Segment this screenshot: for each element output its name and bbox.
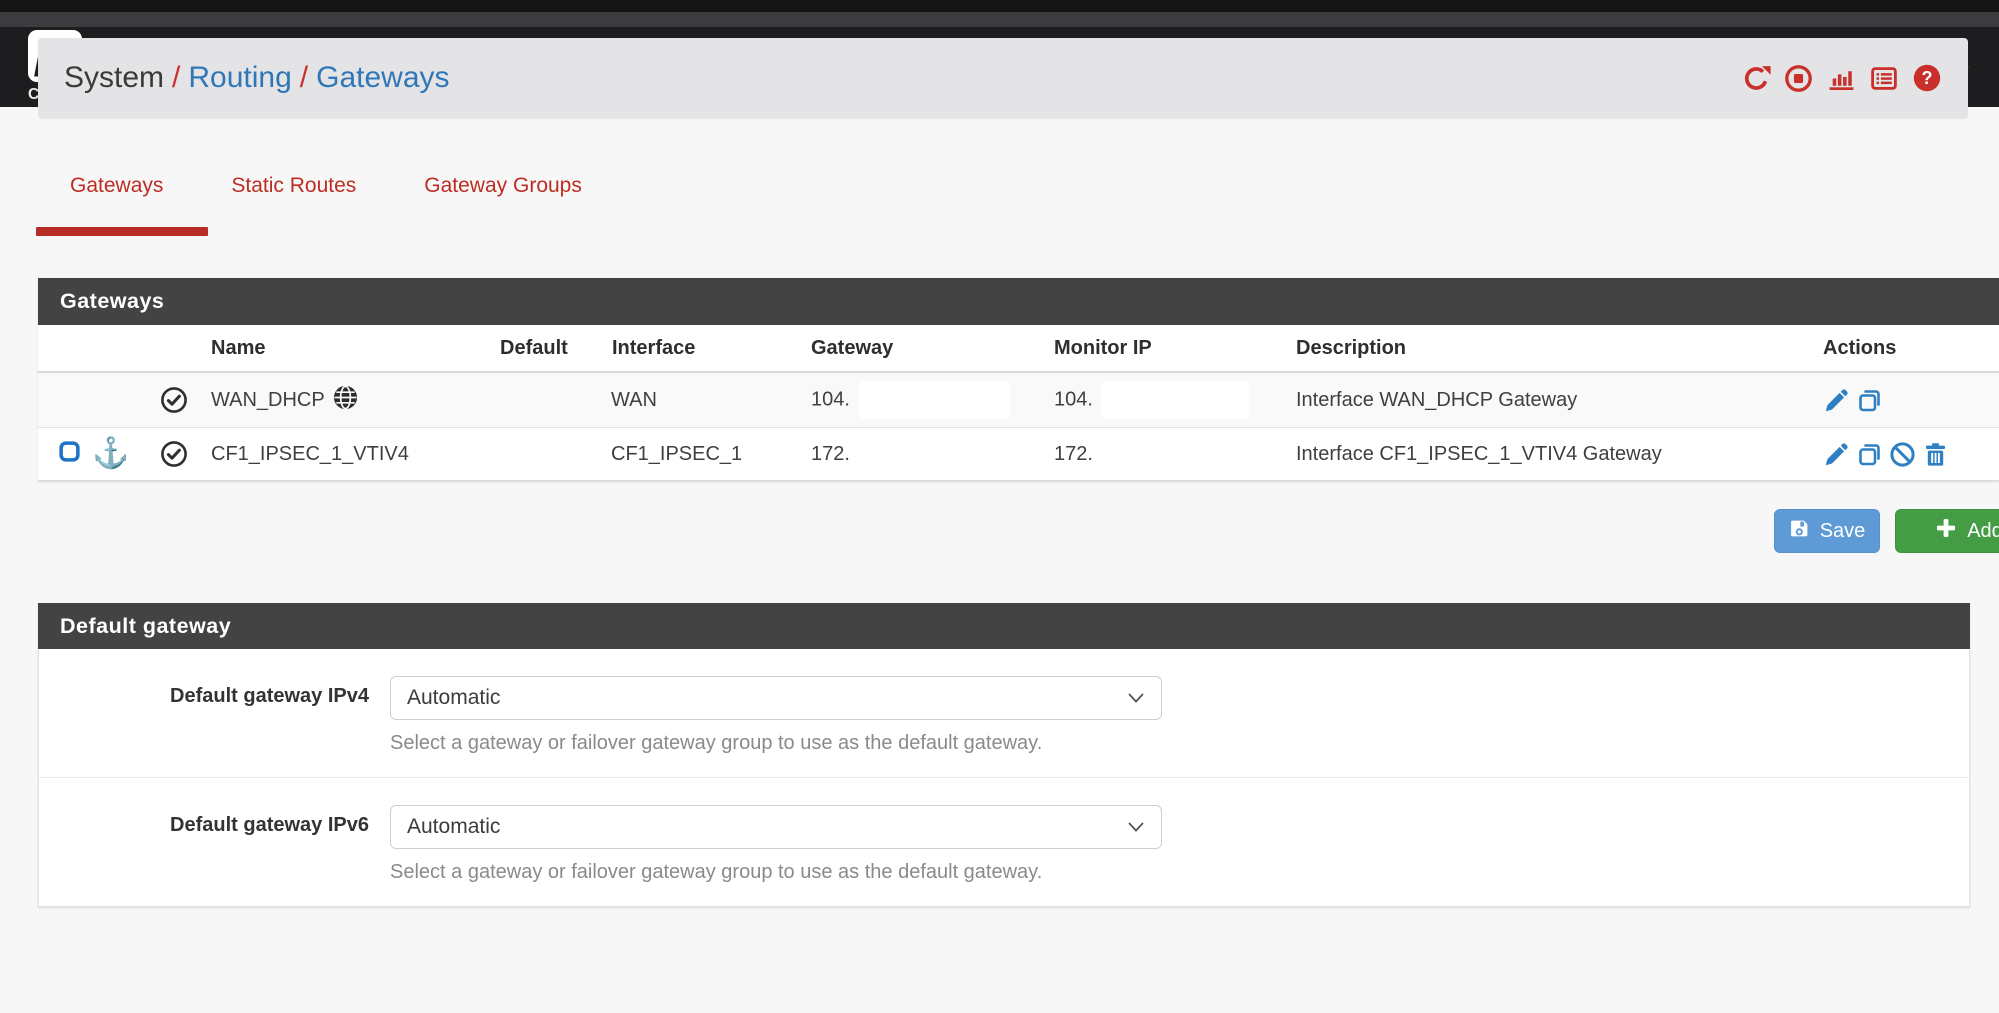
copy-icon[interactable] (1856, 387, 1883, 414)
help-icon[interactable]: ? (1912, 63, 1942, 93)
svg-text:?: ? (1922, 68, 1933, 88)
form-row-ipv6: Default gateway IPv6 Automatic Select a … (39, 777, 1969, 906)
list-icon[interactable] (1869, 64, 1899, 93)
edit-icon[interactable] (1823, 441, 1850, 468)
page-toolbar: ? (1742, 63, 1942, 93)
breadcrumb-routing-link[interactable]: Routing (188, 61, 291, 94)
plus-icon (1935, 517, 1957, 545)
default-gateway-ipv6-label: Default gateway IPv6 (39, 805, 390, 884)
breadcrumb: System/Routing/Gateways (64, 61, 450, 95)
table-row: WAN_DHCP WAN 104. 104. Interface WAN_DHC… (38, 373, 1999, 427)
trash-icon[interactable] (1922, 441, 1949, 468)
tab-static-routes[interactable]: Static Routes (231, 174, 356, 198)
gateway-name: CF1_IPSEC_1_VTIV4 (211, 443, 409, 466)
gateway-description: Interface CF1_IPSEC_1_VTIV4 Gateway (1273, 443, 1793, 466)
table-actions-row: Save Add (38, 509, 1999, 553)
default-gateway-panel-title: Default gateway (38, 603, 1970, 649)
gateway-address: 172. (811, 443, 850, 465)
gateway-interface: CF1_IPSEC_1 (588, 443, 788, 466)
gateway-interface: WAN (588, 389, 788, 412)
stop-circle-icon[interactable] (1784, 64, 1813, 93)
table-row: ⚓ CF1_IPSEC_1_VTIV4 CF1_IPSEC_1 172. 172… (38, 427, 1999, 481)
window-chrome-strip (0, 0, 1999, 12)
ban-icon[interactable] (1889, 441, 1916, 468)
check-circle-icon (160, 386, 188, 414)
col-monitor-ip: Monitor IP (1028, 337, 1273, 360)
save-button[interactable]: Save (1774, 509, 1880, 553)
anchor-icon: ⚓ (92, 439, 129, 469)
default-gateway-ipv4-help: Select a gateway or failover gateway gro… (390, 732, 1162, 755)
save-icon (1789, 518, 1810, 545)
monitor-ip: 104. (1054, 388, 1093, 410)
pfsense-gateways-page: pf sense® COMMUNITY EDITION System Inter… (0, 0, 1999, 1013)
gateways-panel: Gateways Name Default Interface Gateway … (38, 278, 1999, 481)
window-chrome-strip-2 (0, 12, 1999, 27)
default-gateway-ipv6-help: Select a gateway or failover gateway gro… (390, 861, 1162, 884)
gateway-address: 104. (811, 388, 850, 410)
chevron-down-icon (1127, 692, 1145, 704)
globe-icon (332, 384, 359, 417)
col-interface: Interface (588, 337, 788, 360)
add-button[interactable]: Add (1895, 509, 1999, 553)
gateway-description: Interface WAN_DHCP Gateway (1273, 389, 1793, 412)
default-gateway-ipv4-select[interactable]: Automatic (390, 676, 1162, 720)
col-actions: Actions (1793, 337, 1999, 360)
tab-bar: Gateways Static Routes Gateway Groups (0, 174, 1999, 238)
redacted-value (1101, 381, 1249, 419)
active-tab-indicator (36, 227, 208, 236)
redacted-value (858, 381, 1010, 419)
form-row-ipv4: Default gateway IPv4 Automatic Select a … (39, 649, 1969, 777)
col-name: Name (188, 337, 478, 360)
bar-chart-icon[interactable] (1826, 64, 1856, 93)
check-circle-icon (160, 440, 188, 468)
chevron-down-icon (1127, 821, 1145, 833)
tab-gateways[interactable]: Gateways (70, 174, 163, 198)
tab-gateway-groups[interactable]: Gateway Groups (424, 174, 582, 198)
monitor-ip: 172. (1054, 443, 1093, 465)
square-icon (58, 440, 81, 469)
default-gateway-ipv6-select[interactable]: Automatic (390, 805, 1162, 849)
col-description: Description (1273, 337, 1793, 360)
breadcrumb-bar: System/Routing/Gateways (38, 38, 1968, 118)
breadcrumb-system: System (64, 61, 164, 94)
table-header-row: Name Default Interface Gateway Monitor I… (38, 325, 1999, 373)
default-gateway-ipv4-label: Default gateway IPv4 (39, 676, 390, 755)
gateway-name: WAN_DHCP (211, 389, 325, 412)
copy-icon[interactable] (1856, 441, 1883, 468)
default-gateway-panel: Default gateway Default gateway IPv4 Aut… (38, 603, 1970, 907)
col-gateway: Gateway (788, 337, 1028, 360)
refresh-icon[interactable] (1742, 64, 1771, 93)
col-default: Default (478, 337, 588, 360)
gateways-panel-title: Gateways (38, 278, 1999, 325)
breadcrumb-gateways-link[interactable]: Gateways (316, 61, 449, 94)
edit-icon[interactable] (1823, 387, 1850, 414)
